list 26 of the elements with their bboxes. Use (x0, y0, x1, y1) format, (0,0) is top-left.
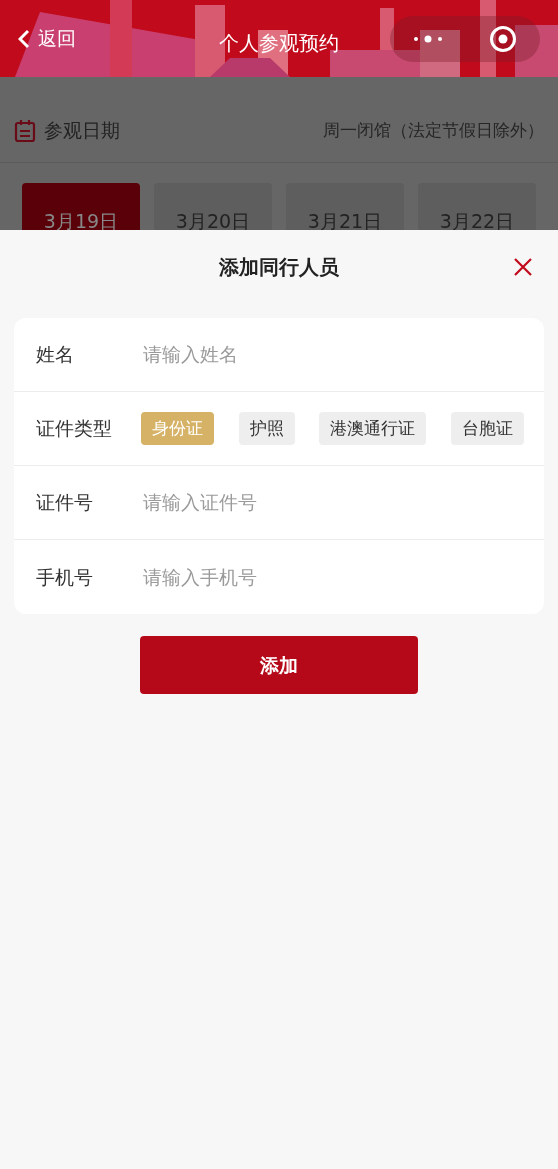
close-mini-program-icon[interactable] (489, 24, 517, 53)
date-option[interactable]: 3月21日 (286, 183, 404, 230)
date-option[interactable]: 3月20日 (154, 183, 272, 230)
closing-note: 周一闭馆（法定节假日除外） (323, 118, 544, 142)
date-option[interactable]: 3月19日 (22, 183, 140, 230)
sheet-title: 添加同行人员 (219, 254, 339, 281)
section-label: 参观日期 (44, 118, 120, 144)
input-field[interactable]: 请输入证件号 (141, 487, 524, 518)
input-field[interactable]: 请输入姓名 (141, 339, 524, 370)
date-option[interactable]: 3月22日 (418, 183, 536, 230)
input-field[interactable]: 请输入手机号 (141, 561, 524, 593)
back-icon (18, 28, 30, 49)
field-label: 证件号 (36, 490, 94, 516)
capsule-menu[interactable] (390, 15, 540, 62)
id-type-option[interactable]: 台胞证 (450, 411, 524, 446)
field-label: 姓名 (36, 342, 75, 368)
calendar-icon (14, 118, 36, 143)
page-title: 个人参观预约 (219, 31, 339, 55)
field-label: 证件类型 (36, 416, 113, 442)
id-type-option[interactable]: 港澳通行证 (319, 411, 427, 446)
close-icon[interactable] (514, 258, 532, 276)
more-icon[interactable] (413, 34, 443, 43)
back-button[interactable]: 返回 (18, 24, 76, 53)
add-button[interactable]: 添加 (140, 636, 418, 694)
field-label: 手机号 (36, 564, 94, 590)
id-type-option[interactable]: 护照 (238, 411, 295, 446)
